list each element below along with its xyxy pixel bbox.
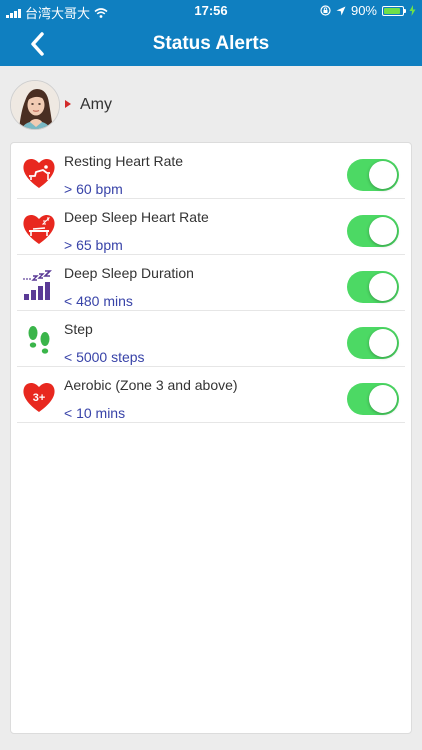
sleep-bars-icon bbox=[23, 270, 52, 300]
alert-row-deep-sleep-heart-rate[interactable]: Deep Sleep Heart Rate > 65 bpm bbox=[17, 199, 405, 255]
alert-label: Deep Sleep Heart Rate bbox=[64, 209, 209, 225]
alert-toggle-resting-heart-rate[interactable] bbox=[347, 159, 399, 191]
location-icon bbox=[336, 6, 346, 15]
avatar bbox=[10, 80, 60, 130]
alert-toggle-deep-sleep-heart-rate[interactable] bbox=[347, 215, 399, 247]
alert-threshold: < 480 mins bbox=[64, 293, 133, 309]
alert-row-deep-sleep-duration[interactable]: Deep Sleep Duration < 480 mins bbox=[17, 255, 405, 311]
alert-threshold: < 10 mins bbox=[64, 405, 126, 421]
footprints-icon bbox=[28, 326, 50, 354]
profile-name: Amy bbox=[80, 96, 112, 113]
page-title: Status Alerts bbox=[152, 33, 270, 54]
alert-row-aerobic[interactable]: 3+ Aerobic (Zone 3 and above) < 10 mins bbox=[17, 367, 405, 423]
alert-toggle-deep-sleep-duration[interactable] bbox=[347, 271, 399, 303]
profile-selector[interactable]: Amy bbox=[0, 66, 422, 142]
alert-row-step[interactable]: Step < 5000 steps bbox=[17, 311, 405, 367]
battery-percent: 90% bbox=[350, 3, 377, 18]
app-header: 台湾大哥大 17:56 90% Status Alerts bbox=[0, 0, 422, 66]
caret-right-icon bbox=[65, 100, 71, 108]
alert-row-resting-heart-rate[interactable]: Resting Heart Rate > 60 bpm bbox=[17, 143, 405, 199]
alert-label: Deep Sleep Duration bbox=[64, 265, 194, 281]
rotation-lock-icon bbox=[320, 5, 331, 16]
alert-threshold: > 65 bpm bbox=[64, 237, 123, 253]
charging-icon bbox=[409, 5, 416, 16]
heart-sleep-icon bbox=[23, 214, 55, 244]
heart-bed-icon bbox=[23, 158, 55, 188]
alert-toggle-aerobic[interactable] bbox=[347, 383, 399, 415]
zone-icon-text: 3+ bbox=[33, 392, 46, 404]
alert-label: Resting Heart Rate bbox=[64, 153, 184, 169]
alert-label: Aerobic (Zone 3 and above) bbox=[64, 377, 238, 393]
battery-icon bbox=[382, 5, 406, 16]
alert-toggle-step[interactable] bbox=[347, 327, 399, 359]
alert-label: Step bbox=[64, 321, 93, 337]
alert-threshold: < 5000 steps bbox=[64, 349, 145, 365]
alerts-list: Resting Heart Rate > 60 bpm Deep Sleep H… bbox=[10, 142, 412, 734]
heart-zone-icon: 3+ bbox=[23, 382, 55, 412]
status-bar: 台湾大哥大 17:56 90% bbox=[0, 0, 422, 22]
alert-threshold: > 60 bpm bbox=[64, 181, 123, 197]
